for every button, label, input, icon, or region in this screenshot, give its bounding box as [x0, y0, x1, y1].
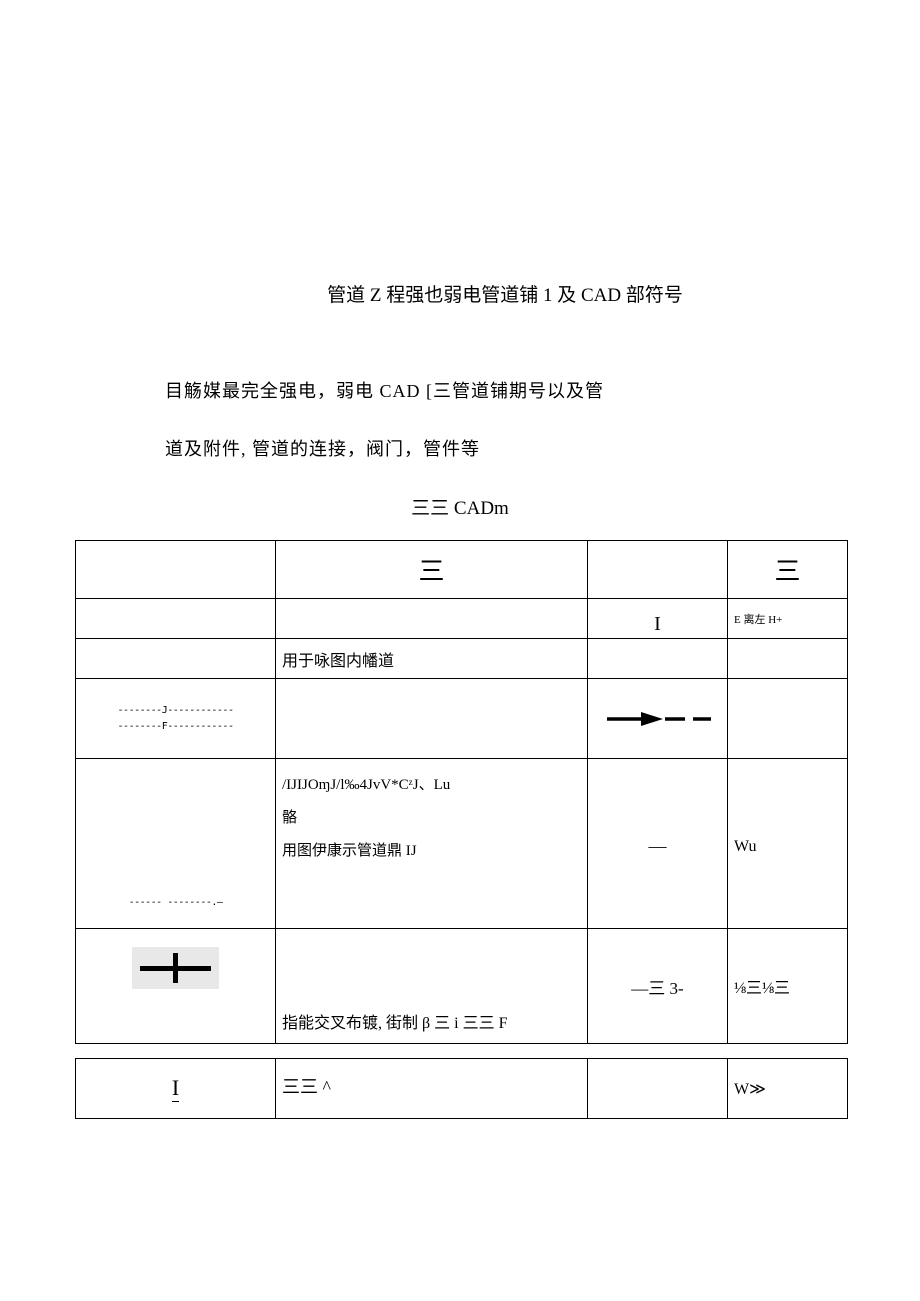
table-row: 用于咏图内幡道	[76, 639, 848, 679]
arrow-right-icon	[603, 709, 713, 729]
cell-t2c2: 三三 ^	[276, 1059, 588, 1119]
underlined-text: I	[172, 1075, 179, 1102]
cell-r3c1	[76, 639, 276, 679]
cell-r5c1: ------ --------.—	[76, 759, 276, 929]
header-cell-1	[76, 541, 276, 599]
cell-r6c1	[76, 929, 276, 1044]
subtitle: 三三 CADm	[75, 493, 845, 520]
cell-r5c2: /IJIJOɱJ/l‰4JvV*CᶻJ、Lu 骼 用图伊康示管道鼎 IJ	[276, 759, 588, 929]
table-row: I 三三 ^ W≫	[76, 1059, 848, 1119]
cell-r6c4: ⅛三⅛三	[728, 929, 848, 1044]
cell-r5c3: —	[588, 759, 728, 929]
intro-paragraph-2: 道及附件, 管道的连接，阀门，管件等	[165, 435, 845, 461]
cell-r3c4	[728, 639, 848, 679]
table-row: 指能交叉布镀, 街制 β 三 i 三三 F —三 3- ⅛三⅛三	[76, 929, 848, 1044]
dashed-line-j: --------J------------	[118, 705, 234, 716]
cell-r3c2: 用于咏图内幡道	[276, 639, 588, 679]
table-header-row: 三 三	[76, 541, 848, 599]
table-row: I E 离左 H+	[76, 599, 848, 639]
text-line-2: 骼	[282, 810, 297, 826]
main-table: 三 三 I E 离左 H+ 用于咏图内幡道 --------J---------…	[75, 540, 848, 1044]
cell-t2c1: I	[76, 1059, 276, 1119]
header-cell-2: 三	[276, 541, 588, 599]
cell-r5c4: Wu	[728, 759, 848, 929]
page-content: 管道 Z 程强也弱电管道铺 1 及 CAD 部符号 目觞媒最完全强电，弱电 CA…	[0, 0, 920, 1179]
cell-r4c1: --------J------------ --------F---------…	[76, 679, 276, 759]
cell-r6c2: 指能交叉布镀, 街制 β 三 i 三三 F	[276, 929, 588, 1044]
pipe-junction-icon	[132, 947, 219, 989]
cell-r4c4	[728, 679, 848, 759]
table-row: ------ --------.— /IJIJOɱJ/l‰4JvV*CᶻJ、Lu…	[76, 759, 848, 929]
dashed-line-f: --------F------------	[118, 721, 234, 732]
cell-r2c1	[76, 599, 276, 639]
cell-r4c3	[588, 679, 728, 759]
header-cell-4: 三	[728, 541, 848, 599]
text-line-1: /IJIJOɱJ/l‰4JvV*CᶻJ、Lu	[282, 777, 450, 793]
cell-r2c2	[276, 599, 588, 639]
table-row: --------J------------ --------F---------…	[76, 679, 848, 759]
secondary-table: I 三三 ^ W≫	[75, 1058, 848, 1119]
text-line-3: 用图伊康示管道鼎 IJ	[282, 843, 417, 859]
cell-r4c2	[276, 679, 588, 759]
pipe-line-right	[177, 966, 211, 971]
cell-r6c3: —三 3-	[588, 929, 728, 1044]
intro-paragraph-1: 目觞媒最完全强电，弱电 CAD [三管道铺期号以及管	[165, 377, 845, 403]
header-cell-3	[588, 541, 728, 599]
document-title: 管道 Z 程强也弱电管道铺 1 及 CAD 部符号	[75, 280, 845, 307]
cell-t2c3	[588, 1059, 728, 1119]
cell-r2c4: E 离左 H+	[728, 599, 848, 639]
cell-t2c4: W≫	[728, 1059, 848, 1119]
cell-r3c3	[588, 639, 728, 679]
pipe-line-left	[140, 966, 174, 971]
cell-r2c3: I	[588, 599, 728, 639]
